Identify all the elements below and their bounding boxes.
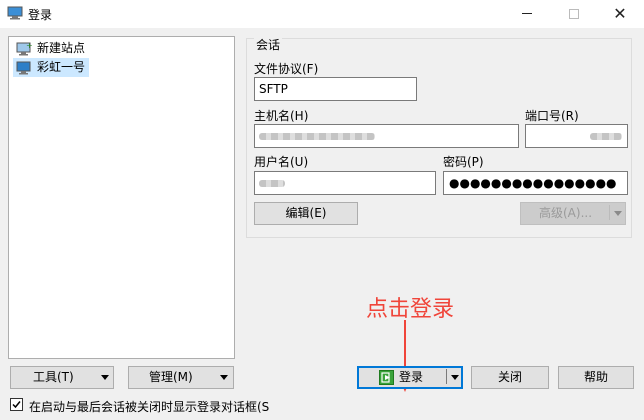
protocol-value: SFTP (259, 82, 288, 96)
maximize-icon (569, 8, 579, 19)
site-list[interactable]: + 新建站点 彩虹一号 (8, 36, 235, 359)
port-label: 端口号(R) (525, 109, 579, 123)
tools-button-label: 工具(T) (33, 370, 74, 384)
close-window-button[interactable]: ✕ (598, 0, 642, 28)
port-input[interactable] (525, 124, 628, 148)
checkmark-icon (12, 401, 21, 409)
password-input[interactable]: ●●●●●●●●●●●●●●●● (443, 171, 628, 195)
advanced-button-label: 高级(A)... (539, 206, 593, 220)
tools-button[interactable]: 工具(T) (10, 366, 114, 389)
redacted-host (259, 133, 375, 140)
help-button[interactable]: 帮助 (558, 366, 634, 389)
minimize-icon (522, 13, 532, 14)
chevron-down-icon (614, 211, 622, 216)
site-item-label: 彩虹一号 (37, 60, 86, 74)
close-button-label: 关闭 (497, 370, 522, 384)
site-item-label: 新建站点 (37, 41, 86, 55)
new-site-icon: + (16, 41, 33, 56)
maximize-button[interactable] (552, 0, 596, 28)
site-item-new[interactable]: + 新建站点 (13, 39, 89, 58)
close-button[interactable]: 关闭 (471, 366, 549, 389)
edit-button-label: 编辑(E) (285, 206, 327, 220)
user-input[interactable] (254, 171, 436, 195)
protocol-label: 文件协议(F) (254, 62, 319, 76)
user-label: 用户名(U) (254, 155, 309, 169)
split-divider (609, 205, 610, 220)
show-login-checkbox-label[interactable]: 在启动与最后会话被关闭时显示登录对话框(S (29, 398, 283, 415)
chevron-down-icon (220, 375, 228, 380)
redacted-port (590, 133, 622, 140)
help-button-label: 帮助 (583, 370, 608, 384)
computer-icon (7, 6, 23, 20)
title-bar: 登录 ✕ (0, 0, 644, 28)
window-title: 登录 (28, 8, 53, 22)
session-group-title: 会话 (254, 36, 283, 53)
computer-icon (16, 61, 31, 75)
manage-button[interactable]: 管理(M) (128, 366, 234, 389)
dialog-body: + 新建站点 彩虹一号 会话 文件协议(F) SFTP 主机名(H) 端口号(R… (0, 28, 644, 420)
close-icon: ✕ (613, 4, 627, 23)
edit-button[interactable]: 编辑(E) (254, 202, 358, 225)
login-icon (379, 370, 394, 385)
password-value: ●●●●●●●●●●●●●●●● (449, 176, 617, 190)
password-label: 密码(P) (443, 155, 484, 169)
login-button-label: 登录 (399, 370, 424, 384)
site-item-selected[interactable]: 彩虹一号 (13, 58, 90, 77)
host-input[interactable] (254, 124, 519, 148)
manage-button-label: 管理(M) (149, 370, 193, 384)
chevron-down-icon (101, 375, 109, 380)
advanced-button[interactable]: 高级(A)... (520, 202, 626, 225)
protocol-select[interactable]: SFTP (254, 77, 417, 101)
chevron-down-icon[interactable] (451, 375, 459, 380)
host-label: 主机名(H) (254, 109, 309, 123)
login-button[interactable]: 登录 (357, 366, 463, 389)
show-login-checkbox[interactable] (10, 398, 23, 411)
minimize-button[interactable] (505, 0, 549, 28)
split-divider (446, 369, 447, 384)
svg-text:+: + (26, 41, 33, 50)
redacted-user (259, 180, 285, 187)
